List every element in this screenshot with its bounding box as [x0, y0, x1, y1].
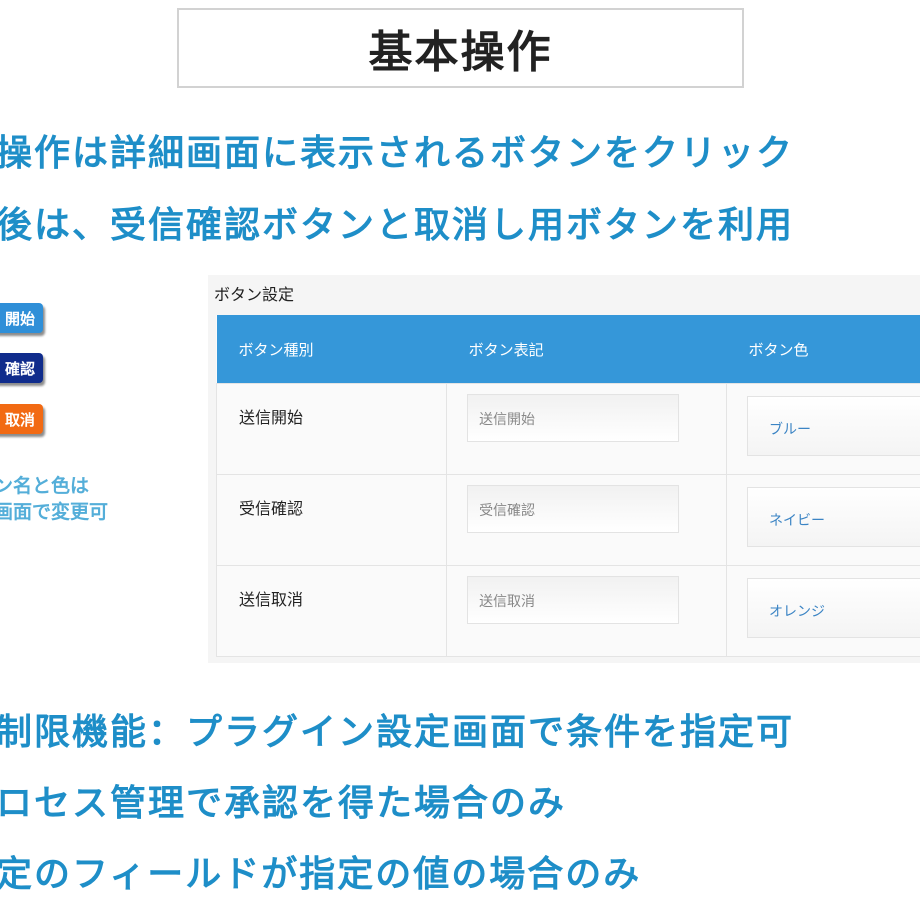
column-header-color: ボタン色 — [726, 315, 920, 384]
type-cell: 送信開始 — [215, 383, 448, 475]
type-cell: 送信取消 — [215, 565, 448, 657]
table-header-row: ボタン種別 ボタン表記 ボタン色 — [216, 315, 920, 384]
button-color-select[interactable]: ネイビー — [747, 487, 920, 547]
color-cell: ネイビー — [726, 474, 920, 566]
bottom-line-3: 定のフィールドが指定の値の場合のみ — [0, 854, 642, 895]
table-row: 受信確認 受信確認 ネイビー — [215, 474, 920, 566]
sample-start-button[interactable]: 開始 — [0, 303, 43, 333]
button-label-input[interactable]: 受信確認 — [467, 485, 680, 533]
bottom-line-2: ロセス管理で承認を得た場合のみ — [0, 783, 567, 824]
label-cell: 受信確認 — [446, 474, 727, 566]
headline-1: 操作は詳細画面に表示されるボタンをクリック — [0, 133, 795, 174]
slide: 基本操作 操作は詳細画面に表示されるボタンをクリック 後は、受信確認ボタンと取消… — [0, 0, 920, 920]
title-box: 基本操作 — [177, 8, 744, 88]
type-text: 送信開始 — [239, 408, 304, 427]
table-row: 送信取消 送信取消 オレンジ — [215, 565, 920, 657]
button-color-select[interactable]: ブルー — [747, 396, 920, 456]
headline-2: 後は、受信確認ボタンと取消し用ボタンを利用 — [0, 205, 795, 246]
button-settings-table: ボタン種別 ボタン表記 ボタン色 送信開始 送信開始 ブルー 受信確認 受信確認… — [215, 315, 920, 657]
table-row: 送信開始 送信開始 ブルー — [215, 383, 920, 475]
color-cell: オレンジ — [726, 565, 920, 657]
button-label-input[interactable]: 送信開始 — [467, 394, 680, 442]
type-text: 送信取消 — [239, 590, 304, 609]
slide-title: 基本操作 — [368, 27, 553, 78]
label-cell: 送信開始 — [446, 383, 727, 475]
button-settings-title: ボタン設定 — [214, 285, 295, 304]
button-color-select[interactable]: オレンジ — [747, 578, 920, 638]
type-text: 受信確認 — [239, 499, 304, 518]
bottom-line-1: 制限機能：プラグイン設定画面で条件を指定可 — [0, 712, 795, 753]
sample-confirm-button[interactable]: 確認 — [0, 353, 43, 383]
button-label-input[interactable]: 送信取消 — [467, 576, 680, 624]
type-cell: 受信確認 — [215, 474, 448, 566]
left-note-line-1: ン名と色は — [0, 475, 90, 497]
button-settings-panel: ボタン設定 ボタン種別 ボタン表記 ボタン色 送信開始 送信開始 ブルー 受信確… — [208, 275, 920, 663]
column-header-type: ボタン種別 — [216, 315, 447, 384]
column-header-label: ボタン表記 — [446, 315, 727, 384]
left-note-line-2: 画面で変更可 — [0, 501, 109, 523]
sample-cancel-button[interactable]: 取消 — [0, 404, 43, 434]
color-cell: ブルー — [726, 383, 920, 475]
label-cell: 送信取消 — [446, 565, 727, 657]
